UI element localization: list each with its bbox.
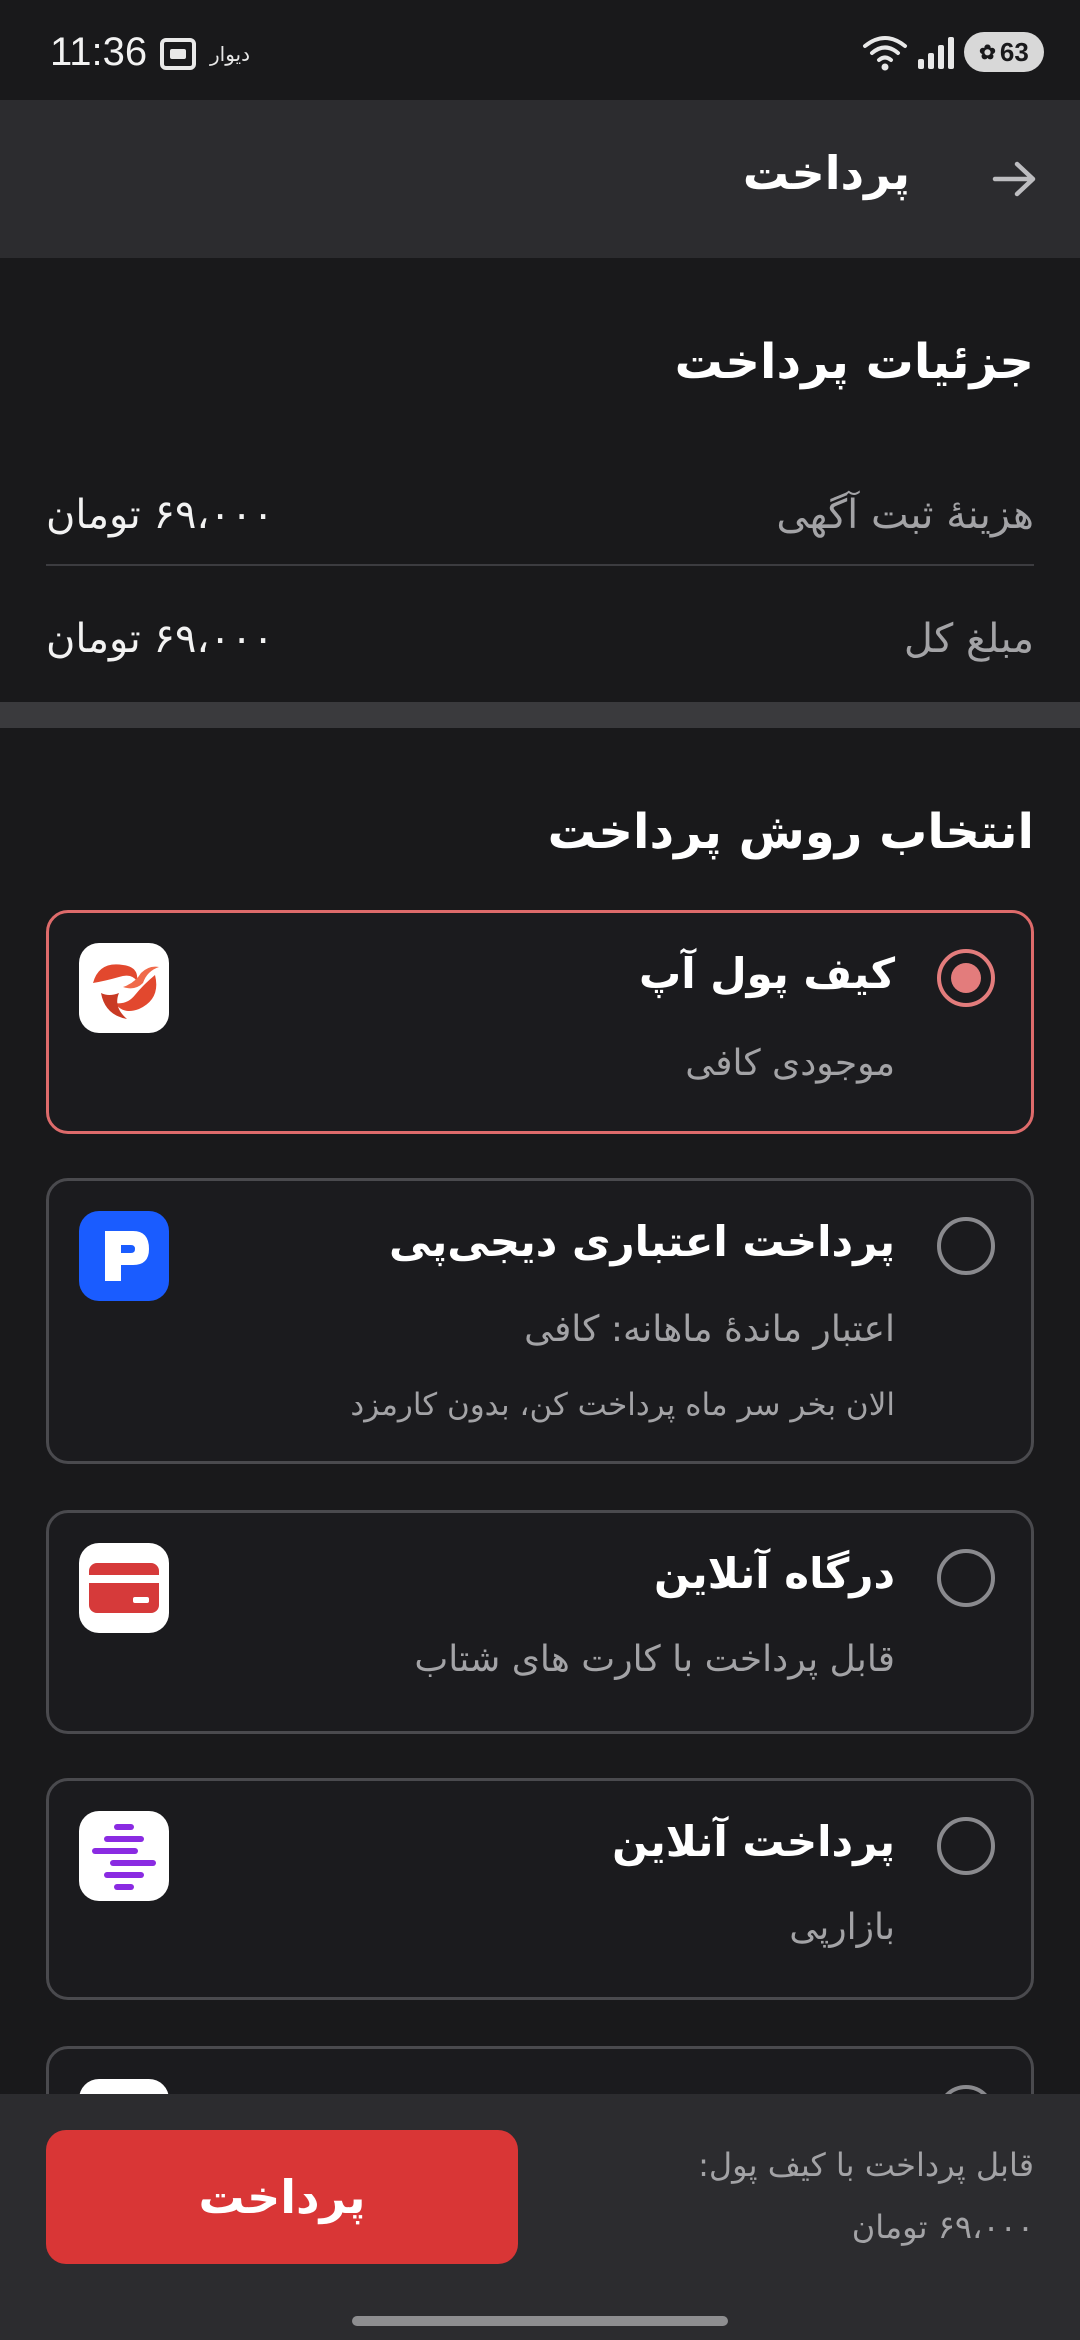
details-title: جزئیات پرداخت — [674, 334, 1034, 390]
method-title: درگاه آنلاین — [654, 1549, 895, 1598]
method-subtitle: بازارپی — [789, 1907, 895, 1948]
bank-card-logo — [79, 1543, 169, 1633]
detail-value: ۶۹،۰۰۰ تومان — [46, 492, 274, 538]
status-indicators: ✿ 63 — [862, 30, 1044, 74]
digipay-icon — [105, 1231, 149, 1281]
detail-label: هزینهٔ ثبت آگهی — [776, 492, 1034, 538]
payment-method-ap-wallet[interactable]: کیف پول آپ موجودی کافی — [46, 910, 1034, 1134]
screenshot-icon — [160, 38, 196, 70]
payable-caption: قابل پرداخت با کیف پول: — [698, 2146, 1034, 2184]
method-title: پرداخت آنلاین — [612, 1817, 895, 1866]
payment-method-online-gateway[interactable]: درگاه آنلاین قابل پرداخت با کارت های شتا… — [46, 1510, 1034, 1734]
signal-icon — [918, 35, 954, 69]
digipay-logo — [79, 1211, 169, 1301]
section-divider — [0, 702, 1080, 728]
payment-method-bazaarpay[interactable]: پرداخت آنلاین بازارپی — [46, 1778, 1034, 2000]
top-app-bar: پرداخت — [0, 100, 1080, 258]
method-note: الان بخر سر ماه پرداخت کن، بدون کارمزد — [350, 1387, 895, 1423]
wifi-icon — [863, 36, 907, 71]
status-app-label: دیوار — [210, 42, 251, 66]
method-subtitle: قابل پرداخت با کارت های شتاب — [414, 1639, 895, 1680]
status-bar: 11:36 دیوار ✿ 63 — [0, 0, 1080, 100]
methods-title: انتخاب روش پرداخت — [547, 804, 1034, 860]
detail-label: مبلغ کل — [903, 616, 1034, 662]
battery-leaf-icon: ✿ — [979, 41, 996, 64]
method-title: کیف پول آپ — [639, 949, 895, 998]
bottom-pay-bar: پرداخت قابل پرداخت با کیف پول: ۶۹،۰۰۰ تو… — [0, 2094, 1080, 2340]
detail-row-ad-fee: هزینهٔ ثبت آگهی ۶۹،۰۰۰ تومان — [46, 470, 1034, 566]
credit-card-icon — [89, 1563, 159, 1613]
battery-icon: ✿ 63 — [964, 32, 1044, 72]
home-indicator[interactable] — [352, 2316, 728, 2326]
back-button[interactable] — [980, 144, 1050, 214]
bazaarpay-icon — [92, 1824, 156, 1890]
battery-level: 63 — [999, 36, 1029, 67]
radio-unselected[interactable] — [937, 1549, 995, 1607]
bazaarpay-logo — [79, 1811, 169, 1901]
method-subtitle: موجودی کافی — [685, 1043, 895, 1084]
ap-wallet-icon — [93, 964, 159, 1019]
radio-unselected[interactable] — [937, 1817, 995, 1875]
status-time: 11:36 — [50, 30, 148, 74]
ap-wallet-logo — [79, 943, 169, 1033]
radio-unselected[interactable] — [937, 1217, 995, 1275]
radio-selected[interactable] — [937, 949, 995, 1007]
method-title: پرداخت اعتباری دیجی‌پی — [389, 1217, 895, 1266]
detail-row-total: مبلغ کل ۶۹،۰۰۰ تومان — [46, 594, 1034, 690]
page-title: پرداخت — [742, 146, 910, 200]
payable-amount: ۶۹،۰۰۰ تومان — [851, 2208, 1034, 2246]
payment-method-digipay[interactable]: پرداخت اعتباری دیجی‌پی اعتبار ماندهٔ ماه… — [46, 1178, 1034, 1464]
arrow-right-icon — [992, 161, 1036, 197]
detail-value: ۶۹،۰۰۰ تومان — [46, 616, 274, 662]
method-subtitle: اعتبار ماندهٔ ماهانه: کافی — [524, 1309, 895, 1350]
pay-button[interactable]: پرداخت — [46, 2130, 518, 2264]
